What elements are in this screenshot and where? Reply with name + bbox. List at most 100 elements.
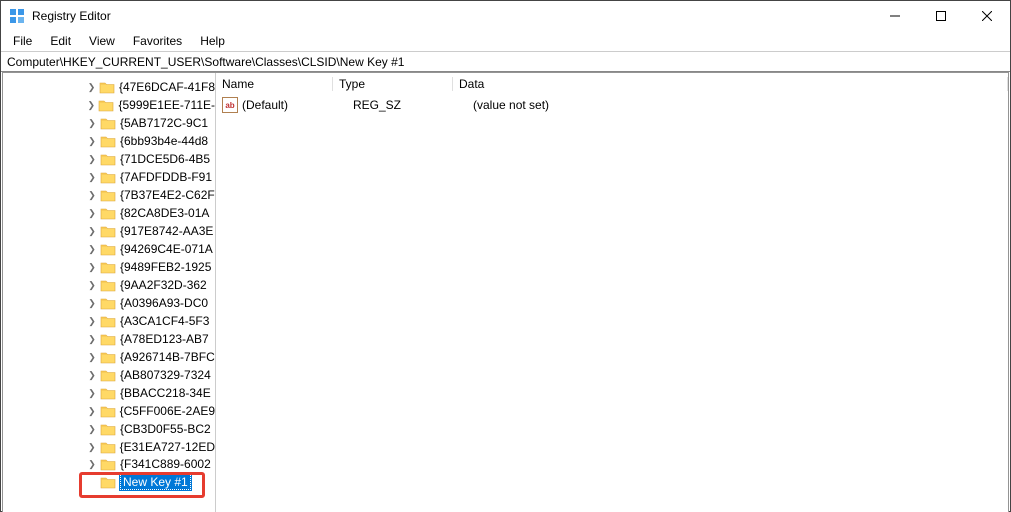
tree-item[interactable]: ❯ {71DCE5D6-4B5 <box>3 150 215 168</box>
tree-item[interactable]: ❯ {7AFDFDDB-F91 <box>3 168 215 186</box>
folder-icon <box>100 387 116 400</box>
chevron-right-icon[interactable]: ❯ <box>87 226 97 237</box>
chevron-right-icon[interactable]: ❯ <box>87 298 97 309</box>
folder-icon <box>100 189 116 202</box>
folder-icon <box>100 423 116 436</box>
minimize-button[interactable] <box>872 1 918 30</box>
menu-help[interactable]: Help <box>192 33 233 49</box>
string-value-icon: ab <box>222 97 238 113</box>
chevron-right-icon[interactable]: ❯ <box>87 370 97 381</box>
value-name: (Default) <box>242 98 353 112</box>
tree-item[interactable]: ❯ {A3CA1CF4-5F3 <box>3 312 215 330</box>
tree-item[interactable]: ❯ {7B37E4E2-C62F <box>3 186 215 204</box>
tree-item[interactable]: ❯ {A0396A93-DC0 <box>3 294 215 312</box>
folder-icon <box>100 171 116 184</box>
values-panel: Name Type Data ab(Default)REG_SZ(value n… <box>215 73 1008 512</box>
tree-item[interactable]: ❯ {94269C4E-071A <box>3 240 215 258</box>
folder-icon <box>100 333 116 346</box>
menu-file[interactable]: File <box>5 33 40 49</box>
chevron-right-icon[interactable]: ❯ <box>87 388 97 399</box>
tree-item[interactable]: ❯ {A926714B-7BFC <box>3 348 215 366</box>
chevron-right-icon[interactable]: ❯ <box>87 136 97 147</box>
folder-icon <box>100 441 116 454</box>
app-icon <box>9 8 25 24</box>
column-header-data[interactable]: Data <box>453 74 1008 94</box>
tree-item-edit-input[interactable]: New Key #1 <box>120 474 191 490</box>
tree-item-label: {71DCE5D6-4B5 <box>120 152 210 166</box>
chevron-right-icon[interactable]: ❯ <box>87 280 97 291</box>
chevron-right-icon[interactable]: ❯ <box>87 208 97 219</box>
close-button[interactable] <box>964 1 1010 30</box>
tree-item-label: {7B37E4E2-C62F <box>120 188 215 202</box>
column-header-name[interactable]: Name <box>216 74 333 94</box>
menu-view[interactable]: View <box>81 33 123 49</box>
tree-item-label: {9AA2F32D-362 <box>120 278 207 292</box>
tree-item[interactable]: ❯ {F341C889-6002 <box>3 455 215 473</box>
chevron-right-icon[interactable]: ❯ <box>87 424 97 435</box>
tree-item-label: {F341C889-6002 <box>120 457 211 471</box>
tree-item-label: {A926714B-7BFC <box>120 350 215 364</box>
folder-icon <box>100 279 116 292</box>
tree-item-label: {917E8742-AA3E <box>120 224 213 238</box>
folder-icon <box>100 476 116 489</box>
chevron-right-icon[interactable]: ❯ <box>87 406 97 417</box>
tree-item[interactable]: ❯{9489FEB2-1925 <box>3 258 215 276</box>
folder-icon <box>98 99 114 112</box>
chevron-right-icon[interactable]: ❯ <box>87 154 97 165</box>
tree-item[interactable]: ❯ {9AA2F32D-362 <box>3 276 215 294</box>
tree-item[interactable]: ❯ {BBACC218-34E <box>3 384 215 402</box>
tree-item-label: {A3CA1CF4-5F3 <box>120 314 209 328</box>
tree-item-new[interactable]: ❯New Key #1 <box>3 473 215 491</box>
chevron-right-icon[interactable]: ❯ <box>87 334 97 345</box>
column-header-type[interactable]: Type <box>333 74 453 94</box>
tree-item[interactable]: ❯{A78ED123-AB7 <box>3 330 215 348</box>
tree-horizontal-scrollbar[interactable] <box>3 496 215 512</box>
folder-icon <box>100 297 116 310</box>
menu-edit[interactable]: Edit <box>42 33 79 49</box>
tree-item-label: {A0396A93-DC0 <box>120 296 208 310</box>
tree-item-label: {C5FF006E-2AE9 <box>120 404 215 418</box>
values-body: ab(Default)REG_SZ(value not set) <box>216 95 1008 115</box>
tree-item[interactable]: ❯{AB807329-7324 <box>3 366 215 384</box>
folder-icon <box>100 458 116 471</box>
menubar: File Edit View Favorites Help <box>1 31 1010 51</box>
main-area: ❯ {47E6DCAF-41F8 ❯{5999E1EE-711E-❯{5AB7172… <box>2 72 1009 512</box>
tree-item-label: {94269C4E-071A <box>120 242 213 256</box>
chevron-right-icon[interactable]: ❯ <box>87 352 97 363</box>
chevron-right-icon[interactable]: ❯ <box>87 118 97 129</box>
tree-item[interactable]: ❯ {82CA8DE3-01A <box>3 204 215 222</box>
menu-favorites[interactable]: Favorites <box>125 33 190 49</box>
folder-icon <box>100 261 116 274</box>
chevron-right-icon[interactable]: ❯ <box>87 316 97 327</box>
folder-icon <box>100 135 116 148</box>
tree-item[interactable]: ❯ {C5FF006E-2AE9 <box>3 402 215 420</box>
chevron-right-icon[interactable]: ❯ <box>87 442 97 453</box>
tree-item-label: {47E6DCAF-41F8 <box>119 80 215 94</box>
chevron-right-icon[interactable]: ❯ <box>87 190 97 201</box>
address-bar[interactable]: Computer\HKEY_CURRENT_USER\Software\Clas… <box>1 51 1010 72</box>
tree-item-label: {E31EA727-12ED <box>120 440 215 454</box>
tree-item-label: {7AFDFDDB-F91 <box>120 170 212 184</box>
chevron-right-icon[interactable]: ❯ <box>87 244 97 255</box>
tree-item-label: {BBACC218-34E <box>120 386 211 400</box>
tree-item-label: {82CA8DE3-01A <box>120 206 209 220</box>
folder-icon <box>100 351 116 364</box>
tree-item[interactable]: ❯{6bb93b4e-44d8 <box>3 132 215 150</box>
folder-icon <box>100 369 116 382</box>
tree-item[interactable]: ❯ {E31EA727-12ED <box>3 438 215 456</box>
chevron-right-icon[interactable]: ❯ <box>87 100 95 111</box>
maximize-button[interactable] <box>918 1 964 30</box>
tree-item[interactable]: ❯{CB3D0F55-BC2 <box>3 420 215 438</box>
tree-item[interactable]: ❯{5999E1EE-711E- <box>3 96 215 114</box>
chevron-right-icon[interactable]: ❯ <box>87 82 96 93</box>
tree-item[interactable]: ❯ {47E6DCAF-41F8 <box>3 78 215 96</box>
chevron-right-icon[interactable]: ❯ <box>87 459 97 470</box>
folder-icon <box>99 81 115 94</box>
value-row[interactable]: ab(Default)REG_SZ(value not set) <box>216 95 1008 115</box>
folder-icon <box>100 243 116 256</box>
tree-item[interactable]: ❯{5AB7172C-9C1 <box>3 114 215 132</box>
tree-item[interactable]: ❯ {917E8742-AA3E <box>3 222 215 240</box>
chevron-right-icon[interactable]: ❯ <box>87 172 97 183</box>
tree-panel: ❯ {47E6DCAF-41F8 ❯{5999E1EE-711E-❯{5AB7172… <box>3 73 215 512</box>
chevron-right-icon[interactable]: ❯ <box>87 262 97 273</box>
